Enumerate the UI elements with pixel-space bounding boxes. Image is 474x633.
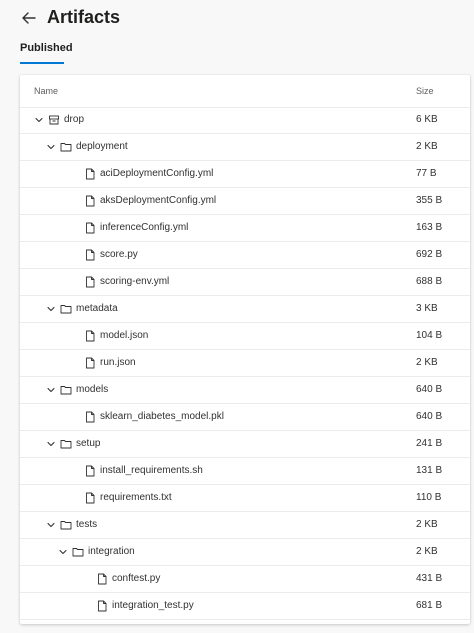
item-size: 681 B bbox=[416, 600, 443, 611]
item-name: sklearn_diabetes_model.pkl bbox=[100, 411, 224, 422]
item-size: 6 KB bbox=[416, 114, 438, 125]
page-header: Artifacts bbox=[0, 0, 474, 36]
item-name: models bbox=[76, 384, 109, 395]
item-name: model.json bbox=[100, 330, 149, 341]
item-size: 163 B bbox=[416, 222, 443, 233]
item-size: 131 B bbox=[416, 465, 443, 476]
chevron-down-icon[interactable] bbox=[46, 520, 56, 530]
file-row[interactable]: aksDeploymentConfig.yml 355 B bbox=[20, 188, 470, 215]
folder-row[interactable]: deployment 2 KB bbox=[20, 134, 470, 161]
item-size: 241 B bbox=[416, 438, 443, 449]
folder-icon bbox=[60, 303, 72, 315]
folder-row[interactable]: metadata 3 KB bbox=[20, 296, 470, 323]
item-size: 640 B bbox=[416, 411, 443, 422]
item-size: 688 B bbox=[416, 276, 443, 287]
folder-row[interactable]: tests 2 KB bbox=[20, 512, 470, 539]
item-size: 2 KB bbox=[416, 546, 438, 557]
item-name: conftest.py bbox=[112, 573, 161, 584]
file-icon bbox=[96, 573, 108, 585]
item-size: 2 KB bbox=[416, 357, 438, 368]
item-name: requirements.txt bbox=[100, 492, 172, 503]
column-header-size[interactable]: Size bbox=[416, 86, 434, 96]
file-row[interactable]: conftest.py 431 B bbox=[20, 566, 470, 593]
tab-active-indicator bbox=[20, 62, 64, 64]
item-name: drop bbox=[64, 114, 85, 125]
item-name: metadata bbox=[76, 303, 118, 314]
artifact-row[interactable]: drop 6 KB bbox=[20, 107, 470, 134]
item-size: 3 KB bbox=[416, 303, 438, 314]
item-name: run.json bbox=[100, 357, 136, 368]
folder-icon bbox=[60, 141, 72, 153]
chevron-down-icon[interactable] bbox=[46, 439, 56, 449]
item-name: deployment bbox=[76, 141, 128, 152]
item-name: install_requirements.sh bbox=[100, 465, 203, 476]
chevron-down-icon[interactable] bbox=[46, 385, 56, 395]
file-row[interactable]: inferenceConfig.yml 163 B bbox=[20, 215, 470, 242]
item-name: setup bbox=[76, 438, 101, 449]
item-size: 2 KB bbox=[416, 141, 438, 152]
page-title: Artifacts bbox=[47, 7, 121, 27]
item-size: 77 B bbox=[416, 168, 437, 179]
chevron-down-icon[interactable] bbox=[58, 547, 68, 557]
chevron-down-icon[interactable] bbox=[46, 304, 56, 314]
folder-icon bbox=[72, 546, 84, 558]
file-row[interactable]: sklearn_diabetes_model.pkl 640 B bbox=[20, 404, 470, 431]
item-size: 640 B bbox=[416, 384, 443, 395]
file-row[interactable]: run.json 2 KB bbox=[20, 350, 470, 377]
item-name: aciDeploymentConfig.yml bbox=[100, 168, 214, 179]
file-icon bbox=[84, 276, 96, 288]
item-name: score.py bbox=[100, 249, 138, 260]
file-icon bbox=[84, 330, 96, 342]
file-icon bbox=[84, 195, 96, 207]
file-icon bbox=[96, 600, 108, 612]
item-size: 2 KB bbox=[416, 519, 438, 530]
item-name: scoring-env.yml bbox=[100, 276, 170, 287]
file-icon bbox=[84, 411, 96, 423]
folder-icon bbox=[60, 384, 72, 396]
item-size: 431 B bbox=[416, 573, 443, 584]
item-name: inferenceConfig.yml bbox=[100, 222, 189, 233]
folder-row[interactable]: integration 2 KB bbox=[20, 539, 470, 566]
table-body: drop 6 KB deployment 2 KB aciDeploymentConfi… bbox=[20, 107, 470, 620]
item-name: integration bbox=[88, 546, 135, 557]
file-icon bbox=[84, 222, 96, 234]
item-name: integration_test.py bbox=[112, 600, 194, 611]
artifact-icon bbox=[48, 114, 60, 126]
file-icon bbox=[84, 168, 96, 180]
tab-published[interactable]: Published bbox=[20, 42, 73, 54]
item-name: aksDeploymentConfig.yml bbox=[100, 195, 217, 206]
item-size: 692 B bbox=[416, 249, 443, 260]
folder-row[interactable]: models 640 B bbox=[20, 377, 470, 404]
file-row[interactable]: requirements.txt 110 B bbox=[20, 485, 470, 512]
file-row[interactable]: aciDeploymentConfig.yml 77 B bbox=[20, 161, 470, 188]
chevron-down-icon[interactable] bbox=[34, 115, 44, 125]
file-row[interactable]: install_requirements.sh 131 B bbox=[20, 458, 470, 485]
file-row[interactable]: scoring-env.yml 688 B bbox=[20, 269, 470, 296]
file-icon bbox=[84, 357, 96, 369]
folder-icon bbox=[60, 519, 72, 531]
folder-icon bbox=[60, 438, 72, 450]
table-header: Name Size bbox=[20, 75, 470, 108]
column-header-name[interactable]: Name bbox=[34, 86, 58, 96]
item-size: 355 B bbox=[416, 195, 443, 206]
folder-row[interactable]: setup 241 B bbox=[20, 431, 470, 458]
file-icon bbox=[84, 492, 96, 504]
file-row[interactable]: integration_test.py 681 B bbox=[20, 593, 470, 620]
artifacts-table: Name Size drop 6 KB deployment 2 KB aciDeplo… bbox=[20, 75, 470, 624]
chevron-down-icon[interactable] bbox=[46, 142, 56, 152]
file-row[interactable]: score.py 692 B bbox=[20, 242, 470, 269]
back-arrow-icon[interactable] bbox=[19, 8, 39, 28]
item-size: 110 B bbox=[416, 492, 442, 503]
item-name: tests bbox=[76, 519, 98, 530]
file-icon bbox=[84, 249, 96, 261]
file-row[interactable]: model.json 104 B bbox=[20, 323, 470, 350]
item-size: 104 B bbox=[416, 330, 443, 341]
file-icon bbox=[84, 465, 96, 477]
